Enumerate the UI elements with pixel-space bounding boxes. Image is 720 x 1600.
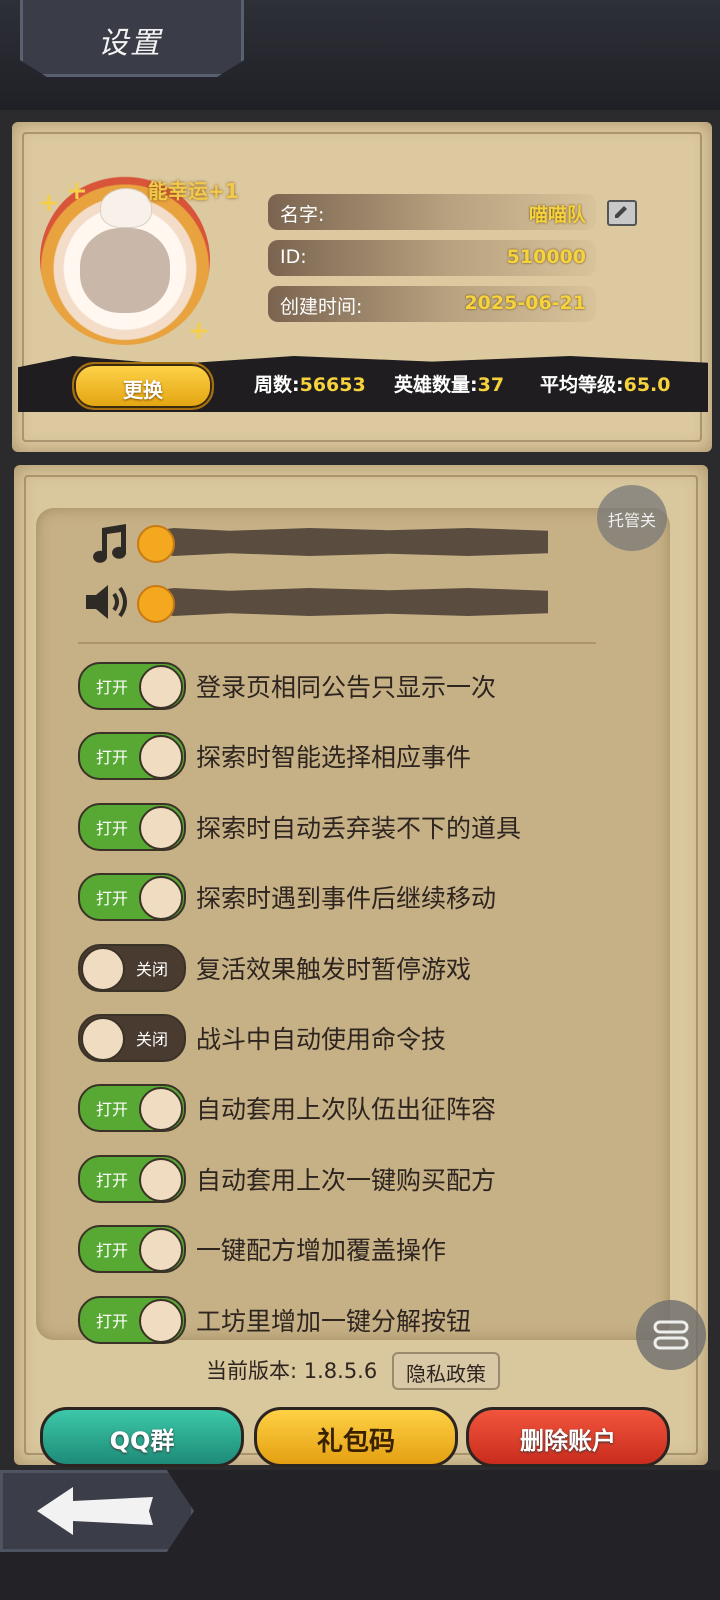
setting-label: 探索时遇到事件后继续移动 (196, 884, 497, 914)
toggle-state-label: 关闭 (135, 959, 168, 979)
setting-toggle[interactable]: 打开 (78, 1225, 186, 1274)
setting-toggle[interactable]: 关闭 (78, 943, 186, 992)
privacy-policy-button[interactable]: 隐私政策 (392, 1352, 500, 1390)
toggle-state-label: 打开 (96, 1100, 129, 1120)
sound-volume-knob[interactable] (137, 585, 175, 623)
sparkle-icon: + (66, 176, 88, 206)
toggle-state-label: 打开 (96, 748, 129, 768)
id-field: ID: 510000 (268, 240, 596, 276)
toggle-knob (139, 1298, 183, 1343)
setting-row: 关闭 战斗中自动使用命令技 (78, 1014, 638, 1062)
sparkle-icon: + (38, 188, 60, 218)
toggle-knob (139, 735, 183, 780)
change-avatar-button[interactable]: 更换 (72, 362, 214, 410)
toggle-state-label: 打开 (96, 1241, 129, 1261)
music-volume-knob[interactable] (137, 525, 175, 563)
avg-level-stat: 平均等级:65.0 (540, 374, 671, 396)
created-field: 创建时间: 2025-06-21 (268, 286, 596, 322)
back-button[interactable] (0, 1470, 194, 1552)
toggle-knob (81, 1017, 125, 1061)
id-value: 510000 (506, 246, 586, 268)
toggle-knob (139, 665, 183, 709)
setting-toggle[interactable]: 打开 (78, 873, 186, 922)
toggle-state-label: 打开 (96, 818, 129, 838)
setting-label: 探索时自动丢弃装不下的道具 (196, 813, 522, 843)
delete-account-button[interactable]: 删除账户 (466, 1407, 670, 1467)
setting-toggle[interactable]: 打开 (78, 1154, 186, 1203)
toggle-knob (139, 1087, 183, 1132)
setting-row: 打开 探索时遇到事件后继续移动 (78, 873, 638, 922)
avatar-cat-decoration (100, 188, 152, 228)
avatar (80, 228, 170, 313)
divider (78, 642, 596, 644)
setting-toggle[interactable]: 打开 (78, 802, 186, 851)
qq-group-button[interactable]: QQ群 (40, 1407, 244, 1467)
setting-row: 打开 探索时智能选择相应事件 (78, 732, 638, 781)
toggle-knob (81, 946, 125, 991)
toggle-knob (139, 876, 183, 921)
floating-layout-button[interactable] (636, 1300, 706, 1370)
setting-row: 打开 登录页相同公告只显示一次 (78, 662, 638, 710)
music-note-icon (88, 522, 132, 570)
setting-toggle[interactable]: 关闭 (78, 1014, 186, 1062)
speaker-icon (84, 582, 134, 626)
toggle-state-label: 打开 (96, 1311, 129, 1331)
toggle-state-label: 打开 (96, 1170, 129, 1190)
name-label: 名字: (280, 204, 325, 226)
sparkle-icon: + (188, 316, 210, 346)
setting-toggle[interactable]: 打开 (78, 732, 186, 781)
setting-label: 自动套用上次队伍出征阵容 (196, 1095, 497, 1125)
weeks-stat: 周数:56653 (254, 374, 366, 396)
setting-label: 战斗中自动使用命令技 (196, 1025, 447, 1054)
setting-row: 关闭 复活效果触发时暂停游戏 (78, 943, 638, 992)
setting-label: 登录页相同公告只显示一次 (196, 673, 497, 702)
setting-toggle[interactable]: 打开 (78, 1295, 186, 1344)
created-label: 创建时间: (280, 296, 363, 318)
version-text: 当前版本: 1.8.5.6 (206, 1359, 378, 1383)
toggle-state-label: 关闭 (135, 1030, 168, 1049)
setting-label: 工坊里增加一键分解按钮 (196, 1306, 472, 1336)
edit-name-icon[interactable] (607, 200, 637, 226)
luck-badge: 能幸运+1 (148, 179, 239, 203)
setting-row: 打开 自动套用上次队伍出征阵容 (78, 1084, 638, 1133)
setting-row: 打开 探索时自动丢弃装不下的道具 (78, 802, 638, 851)
setting-row: 打开 工坊里增加一键分解按钮 (78, 1295, 638, 1344)
name-value: 喵喵队 (528, 204, 586, 226)
toggle-knob (139, 1228, 183, 1273)
page-title: 设置 (98, 26, 162, 61)
toggle-state-label: 打开 (96, 889, 129, 909)
setting-label: 复活效果触发时暂停游戏 (196, 954, 472, 984)
setting-toggle[interactable]: 打开 (78, 1084, 186, 1133)
setting-label: 探索时智能选择相应事件 (196, 743, 472, 773)
toggle-state-label: 打开 (96, 678, 129, 697)
created-value: 2025-06-21 (464, 292, 586, 314)
setting-row: 打开 自动套用上次一键购买配方 (78, 1154, 638, 1203)
settings-list[interactable] (36, 508, 670, 1340)
music-volume-slider[interactable] (150, 528, 548, 556)
heroes-stat: 英雄数量:37 (394, 374, 505, 396)
id-label: ID: (280, 246, 307, 268)
setting-toggle[interactable]: 打开 (78, 662, 186, 710)
toggle-knob (139, 805, 183, 850)
autoplay-button[interactable]: 托管关 (597, 485, 667, 551)
setting-label: 自动套用上次一键购买配方 (196, 1165, 497, 1195)
gift-code-button[interactable]: 礼包码 (254, 1407, 458, 1467)
setting-row: 打开 一键配方增加覆盖操作 (78, 1225, 638, 1274)
setting-label: 一键配方增加覆盖操作 (196, 1236, 447, 1266)
name-field: 名字: 喵喵队 (268, 194, 596, 230)
sound-volume-slider[interactable] (150, 588, 548, 616)
toggle-knob (139, 1157, 183, 1202)
